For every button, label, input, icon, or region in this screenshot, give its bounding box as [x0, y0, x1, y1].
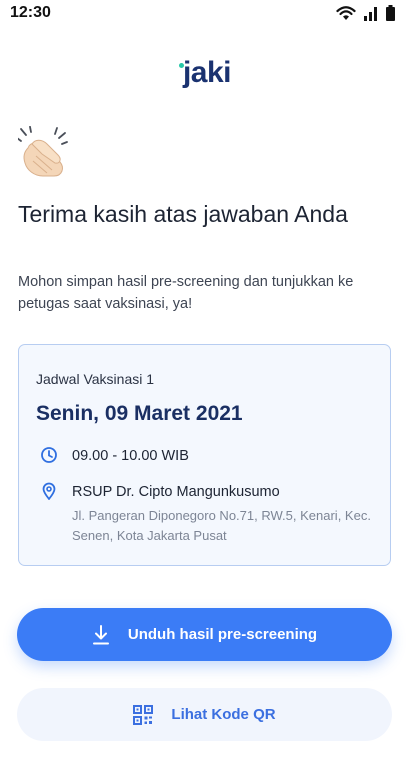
logo-text: jaki — [182, 56, 232, 89]
location-name: RSUP Dr. Cipto Mangunkusumo — [72, 484, 280, 500]
app-screen: 12:30 jaki Terima kasih atas jawaban And… — [0, 0, 409, 770]
location-pin-icon — [42, 482, 56, 500]
location-address: Jl. Pangeran Diponegoro No.71, RW.5, Ken… — [72, 508, 371, 543]
jaki-logo: jaki — [0, 56, 409, 90]
qr-code-icon — [133, 704, 154, 725]
qr-button-label: Lihat Kode QR — [171, 706, 276, 723]
schedule-time: 09.00 - 10.00 WIB — [72, 448, 189, 464]
schedule-label: Jadwal Vaksinasi 1 — [36, 371, 155, 387]
clapping-hands-icon — [18, 126, 68, 177]
page-title: Terima kasih atas jawaban Anda — [18, 201, 348, 227]
status-icons — [336, 5, 395, 21]
vaccination-schedule-card: Jadwal Vaksinasi 1 Senin, 09 Maret 2021 … — [18, 344, 391, 566]
download-prescreening-button[interactable]: Unduh hasil pre-screening — [17, 608, 392, 661]
download-icon — [92, 624, 109, 644]
clock-icon — [41, 447, 57, 463]
download-button-label: Unduh hasil pre-screening — [127, 626, 318, 643]
schedule-date: Senin, 09 Maret 2021 — [36, 402, 243, 425]
page-subtitle: Mohon simpan hasil pre-screening dan tun… — [18, 274, 354, 312]
status-bar: 12:30 — [0, 0, 409, 26]
view-qr-code-button[interactable]: Lihat Kode QR — [17, 688, 392, 741]
signal-icon — [364, 7, 377, 21]
battery-icon — [386, 5, 395, 21]
wifi-icon — [336, 6, 356, 20]
status-time: 12:30 — [10, 4, 51, 21]
